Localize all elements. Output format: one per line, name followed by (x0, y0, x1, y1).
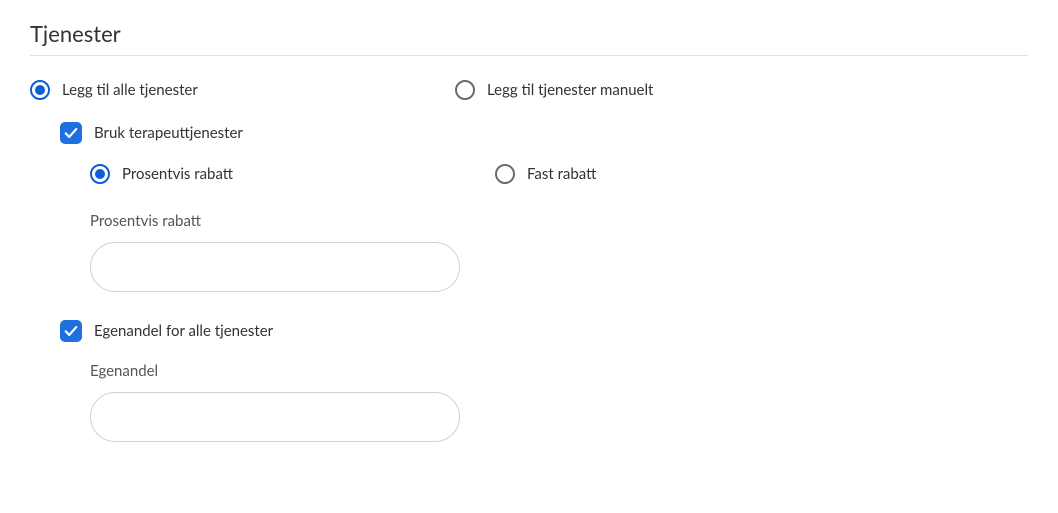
checkbox-icon (60, 320, 82, 342)
check-icon (64, 324, 78, 338)
services-section: Tjenester Legg til alle tjenester Legg t… (0, 0, 1058, 490)
radio-icon (30, 80, 50, 100)
checkbox-use-therapist-services[interactable]: Bruk terapeuttjenester (60, 122, 1028, 144)
radio-add-services-manually[interactable]: Legg til tjenester manuelt (455, 80, 653, 100)
radio-dot-icon (35, 85, 45, 95)
checkbox-icon (60, 122, 82, 144)
copay-field: Egenandel (90, 362, 1028, 442)
field-label: Egenandel (90, 362, 1028, 380)
percent-discount-field: Prosentvis rabatt (90, 212, 1028, 292)
checkbox-label: Egenandel for alle tjenester (94, 322, 273, 340)
checkbox-copay-all-services[interactable]: Egenandel for alle tjenester (60, 320, 1028, 342)
section-title: Tjenester (30, 20, 1028, 56)
radio-dot-icon (95, 169, 105, 179)
radio-fixed-discount[interactable]: Fast rabatt (495, 164, 596, 184)
radio-add-all-services[interactable]: Legg til alle tjenester (30, 80, 455, 100)
radio-label: Legg til tjenester manuelt (487, 81, 653, 99)
copay-input[interactable] (90, 392, 460, 442)
radio-icon (90, 164, 110, 184)
discount-block: Prosentvis rabatt Fast rabatt Prosentvis… (90, 164, 1028, 292)
discount-type-group: Prosentvis rabatt Fast rabatt (90, 164, 1028, 184)
service-mode-group: Legg til alle tjenester Legg til tjenest… (30, 80, 1028, 100)
therapist-block: Bruk terapeuttjenester Prosentvis rabatt… (60, 122, 1028, 442)
copay-block: Egenandel (90, 362, 1028, 442)
checkbox-label: Bruk terapeuttjenester (94, 124, 243, 142)
check-icon (64, 126, 78, 140)
radio-icon (455, 80, 475, 100)
radio-icon (495, 164, 515, 184)
field-label: Prosentvis rabatt (90, 212, 1028, 230)
radio-label: Legg til alle tjenester (62, 81, 198, 99)
radio-label: Prosentvis rabatt (122, 165, 233, 183)
percent-discount-input[interactable] (90, 242, 460, 292)
radio-percent-discount[interactable]: Prosentvis rabatt (90, 164, 495, 184)
radio-label: Fast rabatt (527, 165, 596, 183)
